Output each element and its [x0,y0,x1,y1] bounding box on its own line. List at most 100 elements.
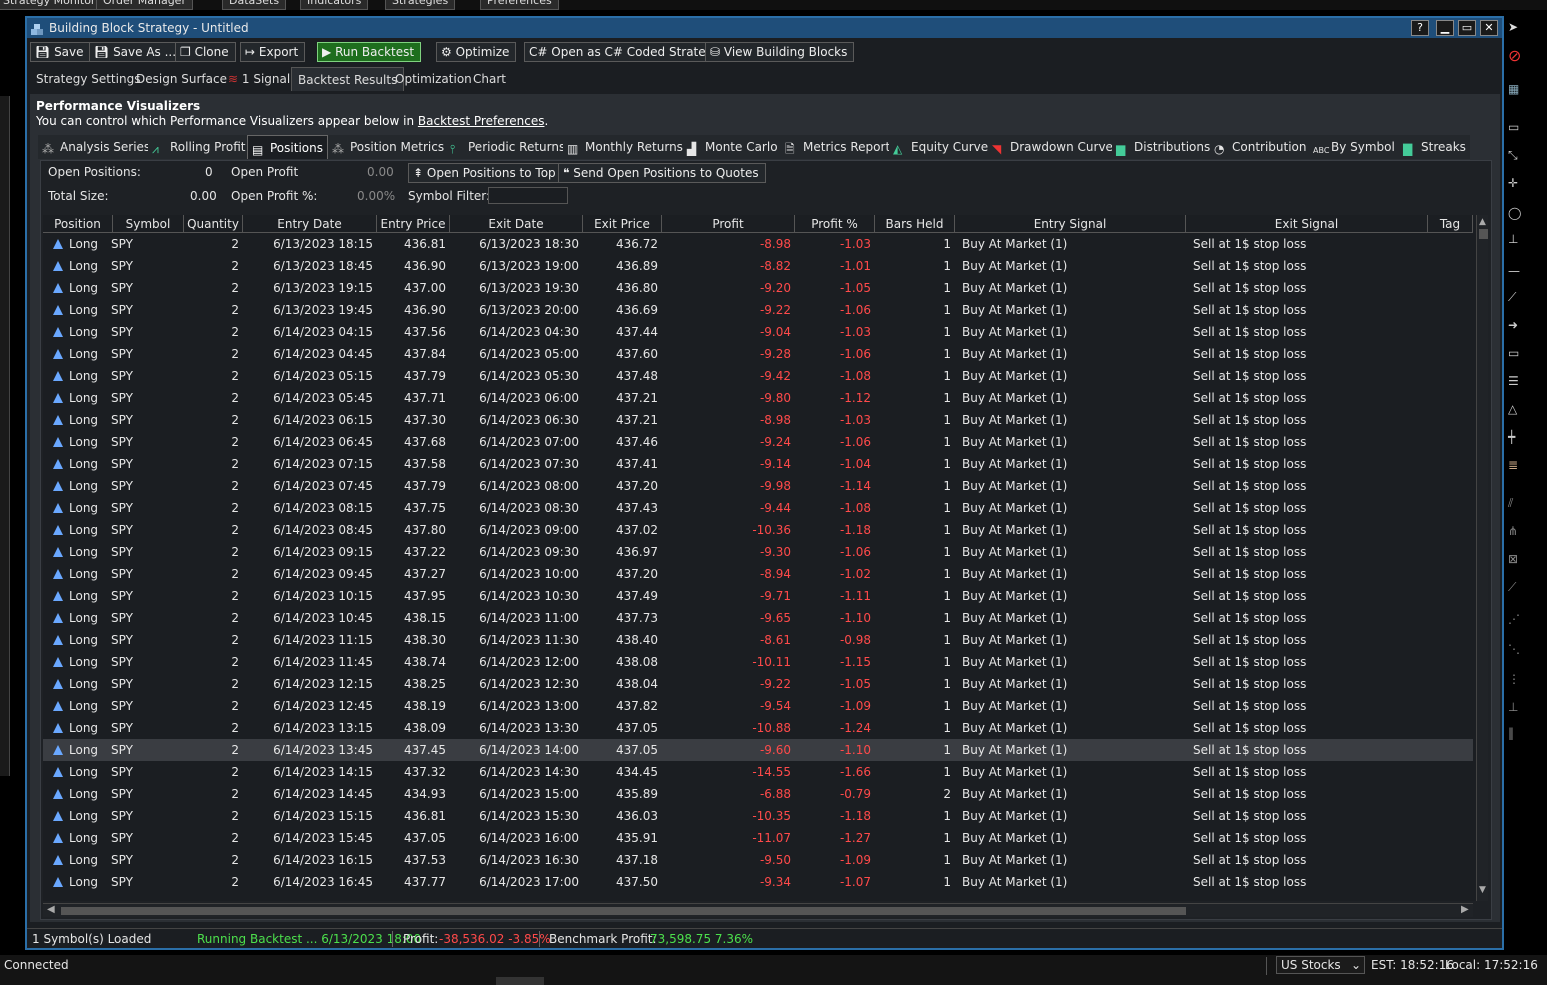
save-as-button[interactable]: 💾︎ Save As ... [89,42,184,62]
preferences-button[interactable]: Preferences [480,0,559,10]
strategies-button[interactable]: Strategies [385,0,456,10]
table-row[interactable]: Long SPY 2 6/14/2023 15:45 437.05 6/14/2023 1… [43,827,1473,849]
grid-icon[interactable]: ▦ [1508,82,1530,100]
vertical-scroll-thumb[interactable] [1479,229,1488,239]
indicators-button[interactable]: Indicators [300,0,369,10]
tab-design-surface[interactable]: Design Surface [130,67,233,91]
table-row[interactable]: Long SPY 2 6/14/2023 13:15 438.09 6/14/2023 1… [43,717,1473,739]
speed-lines-icon[interactable]: ⋱ [1508,642,1530,660]
backtest-preferences-link[interactable]: Backtest Preferences [418,114,545,128]
table-row[interactable]: Long SPY 2 6/14/2023 11:45 438.74 6/14/2023 1… [43,651,1473,673]
maximize-button[interactable]: ▭ [1458,20,1476,36]
save-button[interactable]: 💾︎ Save [30,42,91,62]
table-row[interactable]: Long SPY 2 6/14/2023 16:45 437.77 6/14/2023 1… [43,871,1473,893]
column-header[interactable]: Entry Signal [955,215,1186,233]
table-row[interactable]: Long SPY 2 6/14/2023 06:15 437.30 6/14/2023 0… [43,409,1473,431]
tab-metrics-report[interactable]: 🗎︎ Metrics Report [781,135,895,159]
scroll-left-icon[interactable]: ◀ [47,904,55,915]
table-row[interactable]: Long SPY 2 6/13/2023 18:15 436.81 6/13/2023 1… [43,233,1473,255]
time-zones-icon[interactable]: ⊥ [1508,700,1530,718]
gann-icon[interactable]: ⊠ [1508,552,1530,570]
table-row[interactable]: Long SPY 2 6/14/2023 08:45 437.80 6/14/2023 0… [43,519,1473,541]
scroll-right-icon[interactable]: ▶ [1461,904,1469,915]
column-header[interactable]: Profit [662,215,795,233]
marker-icon[interactable]: ┿ [1508,430,1530,448]
tab-analysis-series[interactable]: ⁂ Analysis Series [38,135,155,159]
tab-monthly-returns[interactable]: ▥ Monthly Returns [563,135,687,159]
export-button[interactable]: ↦ Export [240,42,306,62]
table-row[interactable]: Long SPY 2 6/14/2023 12:15 438.25 6/14/2023 1… [43,673,1473,695]
column-header[interactable]: Profit % [795,215,875,233]
table-row[interactable]: Long SPY 2 6/14/2023 08:15 437.75 6/14/2023 0… [43,497,1473,519]
horizontal-line-icon[interactable]: — [1508,264,1530,282]
ruler-icon[interactable]: ‖ [1508,726,1530,744]
no-entry-icon[interactable]: ⊘ [1508,46,1530,65]
table-row[interactable]: Long SPY 2 6/14/2023 07:45 437.79 6/14/2023 0… [43,475,1473,497]
open-csharp-button[interactable]: C# Open as C# Coded Strategy [524,42,728,62]
trendline-icon[interactable]: ⟋ [1508,290,1530,308]
table-row[interactable]: Long SPY 2 6/14/2023 16:15 437.53 6/14/2023 1… [43,849,1473,871]
table-row[interactable]: Long SPY 2 6/13/2023 18:45 436.90 6/13/2023 1… [43,255,1473,277]
close-button[interactable]: ✕ [1480,20,1498,36]
table-row[interactable]: Long SPY 2 6/14/2023 04:45 437.84 6/14/2023 0… [43,343,1473,365]
vertical-scrollbar[interactable]: ▲ ▼ [1476,215,1488,901]
table-row[interactable]: Long SPY 2 6/14/2023 05:15 437.79 6/14/2023 0… [43,365,1473,387]
rectangle-icon[interactable]: ▭ [1508,346,1530,364]
table-row[interactable]: Long SPY 2 6/14/2023 13:45 437.45 6/14/2023 1… [43,739,1473,761]
table-row[interactable]: Long SPY 2 6/14/2023 11:15 438.30 6/14/2023 1… [43,629,1473,651]
send-to-quotes-button[interactable]: ❝ Send Open Positions to Quotes [558,163,766,183]
ellipse-icon[interactable]: ◯ [1508,206,1530,224]
tab-strategy-settings[interactable]: Strategy Settings [30,67,146,91]
column-header[interactable]: Exit Signal [1186,215,1428,233]
column-header[interactable]: Position [43,215,113,233]
tab-optimization[interactable]: Optimization [389,67,478,91]
cycle-lines-icon[interactable]: ⋮ [1508,672,1530,690]
minimize-button[interactable]: ▁ [1436,20,1454,36]
scroll-up-icon[interactable]: ▲ [1479,217,1486,227]
tab-by-symbol[interactable]: ABC By Symbol [1309,135,1399,159]
calendar-icon[interactable]: ▭ [1508,120,1530,138]
market-select[interactable]: US Stocks ⌄ [1276,956,1365,974]
horizontal-scrollbar[interactable]: ◀ ▶ [43,903,1473,917]
vertical-line-icon[interactable]: ⊥ [1508,232,1530,250]
triangle-icon[interactable]: △ [1508,402,1530,420]
column-header[interactable]: Symbol [113,215,184,233]
table-row[interactable]: Long SPY 2 6/14/2023 14:15 437.32 6/14/2023 1… [43,761,1473,783]
tab-backtest-results[interactable]: Backtest Results [291,67,405,91]
symbol-filter-input[interactable] [488,187,568,204]
table-row[interactable]: Long SPY 2 6/14/2023 09:45 437.27 6/14/2023 1… [43,563,1473,585]
column-header[interactable]: Entry Price [377,215,450,233]
table-row[interactable]: Long SPY 2 6/14/2023 15:15 436.81 6/14/2023 1… [43,805,1473,827]
pitchfork-icon[interactable]: ⋔ [1508,524,1530,542]
table-row[interactable]: Long SPY 2 6/14/2023 09:15 437.22 6/14/2023 0… [43,541,1473,563]
tab-chart[interactable]: Chart [467,67,512,91]
strategy-monitor-button[interactable]: Strategy Monitor [0,0,103,10]
column-header[interactable]: Tag [1428,215,1473,233]
column-header[interactable]: Exit Price [583,215,662,233]
tab-equity-curve[interactable]: ◭ Equity Curve [889,135,993,159]
tab-position-metrics[interactable]: ⁂ Position Metrics [328,135,449,159]
column-header[interactable]: Bars Held [875,215,955,233]
tab-drawdown-curve[interactable]: ◥ Drawdown Curve [988,135,1117,159]
crosshair-icon[interactable]: ✛ [1508,176,1530,194]
tab-monte-carlo[interactable]: ▟ Monte Carlo [683,135,782,159]
fibonacci-icon[interactable]: ≣ [1508,458,1530,476]
tab-contribution[interactable]: ◔ Contribution [1210,135,1311,159]
horizontal-scroll-thumb[interactable] [61,907,1186,915]
channel-icon[interactable]: ⫽ [1508,496,1530,514]
table-row[interactable]: Long SPY 2 6/13/2023 19:45 436.90 6/13/2023 2… [43,299,1473,321]
table-row[interactable]: Long SPY 2 6/14/2023 06:45 437.68 6/14/2023 0… [43,431,1473,453]
pan-icon[interactable]: ⤡ [1508,148,1530,166]
table-row[interactable]: Long SPY 2 6/14/2023 12:45 438.19 6/14/2023 1… [43,695,1473,717]
arrow-icon[interactable]: ➜ [1508,318,1530,336]
run-backtest-button[interactable]: ▶ Run Backtest [317,42,422,62]
cursor-icon[interactable]: ➤ [1508,20,1530,38]
table-row[interactable]: Long SPY 2 6/14/2023 10:45 438.15 6/14/2023 1… [43,607,1473,629]
column-header[interactable]: Entry Date [243,215,377,233]
text-icon[interactable]: ☰ [1508,374,1530,392]
open-positions-to-top-button[interactable]: ⇞ Open Positions to Top [408,163,563,183]
fan-icon[interactable]: ⋰ [1508,612,1530,630]
column-header[interactable]: Quantity [184,215,243,233]
tab-streaks[interactable]: ▇ Streaks [1399,135,1470,159]
order-manager-button[interactable]: Order Manager [96,0,193,10]
